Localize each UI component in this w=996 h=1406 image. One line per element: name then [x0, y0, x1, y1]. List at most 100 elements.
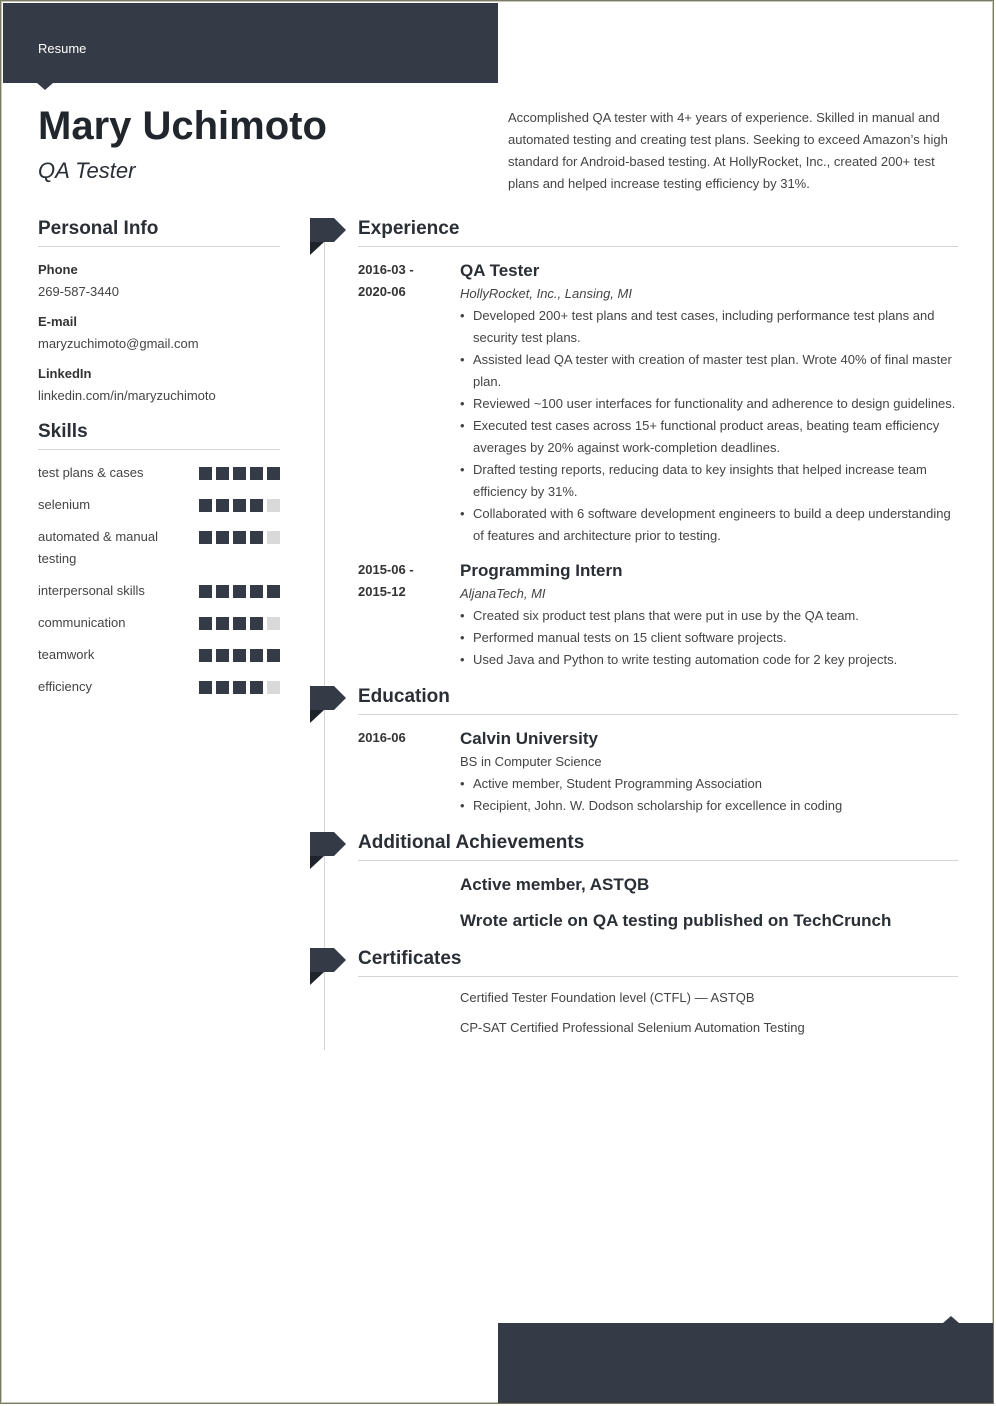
- rating-empty-icon: [267, 499, 280, 512]
- rating-filled-icon: [233, 499, 246, 512]
- rating-filled-icon: [199, 617, 212, 630]
- education-date: 2016-06: [358, 730, 406, 745]
- info-value: linkedin.com/in/maryzuchimoto: [38, 388, 216, 403]
- skill-name: communication: [38, 615, 126, 630]
- rating-filled-icon: [216, 585, 229, 598]
- job-title: Programming Intern: [460, 561, 623, 580]
- certificate-item: CP-SAT Certified Professional Selenium A…: [460, 1020, 805, 1035]
- job-date-end: 2015-12: [358, 584, 406, 599]
- rating-filled-icon: [233, 531, 246, 544]
- achievements-heading: Additional Achievements: [358, 832, 958, 861]
- section-flag-icon: [310, 832, 346, 870]
- rating-filled-icon: [233, 649, 246, 662]
- section-flag-icon: [310, 686, 346, 724]
- job-date-start: 2016-03 -: [358, 262, 414, 277]
- rating-filled-icon: [199, 585, 212, 598]
- skill-name: interpersonal skills: [38, 583, 145, 598]
- candidate-name: Mary Uchimoto: [38, 104, 327, 148]
- bottom-banner: [498, 1316, 993, 1403]
- skill-rating: [199, 676, 280, 694]
- candidate-role: QA Tester: [38, 158, 136, 183]
- skills-heading: Skills: [38, 421, 280, 450]
- skills-list: test plans & cases selenium automated & ma…: [38, 462, 280, 698]
- achievement-item: Active member, ASTQB: [460, 875, 650, 894]
- skill-row: test plans & cases: [38, 462, 280, 484]
- personal-info-linkedin: LinkedIn linkedin.com/in/maryzuchimoto: [38, 363, 280, 407]
- job-company: AljanaTech, MI: [460, 586, 546, 601]
- rating-filled-icon: [233, 467, 246, 480]
- job-entry: 2016-03 - 2020-06 QA Tester HollyRocket,…: [358, 259, 958, 547]
- summary: Accomplished QA tester with 4+ years of …: [508, 110, 948, 191]
- banner-notch: [37, 83, 53, 90]
- rating-filled-icon: [250, 499, 263, 512]
- rating-filled-icon: [250, 585, 263, 598]
- rating-filled-icon: [216, 649, 229, 662]
- skill-rating: [199, 494, 280, 512]
- bullet: Used Java and Python to write testing au…: [460, 649, 958, 671]
- left-column: Personal Info Phone 269-587-3440 E-mail …: [38, 218, 280, 708]
- rating-filled-icon: [216, 531, 229, 544]
- education-entry: 2016-06 Calvin University BS in Computer…: [358, 727, 958, 817]
- bullet: Assisted lead QA tester with creation of…: [460, 349, 958, 393]
- school-name: Calvin University: [460, 729, 598, 748]
- skill-row: selenium: [38, 494, 280, 516]
- bullet: Drafted testing reports, reducing data t…: [460, 459, 958, 503]
- skill-name: teamwork: [38, 647, 95, 662]
- certificates-section: Certificates Certified Tester Foundation…: [358, 948, 958, 1039]
- rating-filled-icon: [250, 467, 263, 480]
- personal-info-heading: Personal Info: [38, 218, 280, 247]
- skill-row: efficiency: [38, 676, 280, 698]
- bullet: Active member, Student Programming Assoc…: [460, 773, 958, 795]
- info-value: maryzuchimoto@gmail.com: [38, 336, 199, 351]
- bullet: Reviewed ~100 user interfaces for functi…: [460, 393, 958, 415]
- degree: BS in Computer Science: [460, 754, 602, 769]
- skill-name: test plans & cases: [38, 465, 144, 480]
- job-company: HollyRocket, Inc., Lansing, MI: [460, 286, 632, 301]
- job-title: QA Tester: [460, 261, 540, 280]
- rating-filled-icon: [250, 649, 263, 662]
- education-bullets: Active member, Student Programming Assoc…: [460, 773, 958, 817]
- rating-filled-icon: [267, 467, 280, 480]
- rating-filled-icon: [199, 649, 212, 662]
- certificates-heading: Certificates: [358, 948, 958, 977]
- achievements-section: Additional Achievements Active member, A…: [358, 832, 958, 933]
- experience-section: Experience 2016-03 - 2020-06 QA Tester H…: [358, 218, 958, 671]
- section-flag-icon: [310, 948, 346, 986]
- skill-rating: [199, 526, 280, 544]
- bullet: Developed 200+ test plans and test cases…: [460, 305, 958, 349]
- info-label: E-mail: [38, 314, 78, 329]
- rating-filled-icon: [216, 617, 229, 630]
- skill-name: selenium: [38, 497, 91, 512]
- section-flag-icon: [310, 218, 346, 256]
- job-bullets: Created six product test plans that were…: [460, 605, 958, 671]
- info-label: Phone: [38, 262, 78, 277]
- rating-empty-icon: [267, 681, 280, 694]
- rating-filled-icon: [199, 499, 212, 512]
- rating-filled-icon: [216, 467, 229, 480]
- skill-rating: [199, 462, 280, 480]
- skill-row: interpersonal skills: [38, 580, 280, 602]
- info-label: LinkedIn: [38, 366, 92, 381]
- rating-filled-icon: [250, 531, 263, 544]
- experience-heading: Experience: [358, 218, 958, 247]
- bullet: Performed manual tests on 15 client soft…: [460, 627, 958, 649]
- job-date-end: 2020-06: [358, 284, 406, 299]
- job-entry: 2015-06 - 2015-12 Programming Intern Alj…: [358, 559, 958, 671]
- education-heading: Education: [358, 686, 958, 715]
- rating-filled-icon: [250, 617, 263, 630]
- certificate-item: Certified Tester Foundation level (CTFL)…: [460, 990, 755, 1005]
- rating-filled-icon: [216, 499, 229, 512]
- bullet: Recipient, John. W. Dodson scholarship f…: [460, 795, 958, 817]
- job-date: 2016-03 - 2020-06: [358, 259, 460, 547]
- rating-filled-icon: [233, 585, 246, 598]
- skill-rating: [199, 612, 280, 630]
- job-date-start: 2015-06 -: [358, 562, 414, 577]
- bullet: Created six product test plans that were…: [460, 605, 958, 627]
- personal-info-email: E-mail maryzuchimoto@gmail.com: [38, 311, 280, 355]
- rating-filled-icon: [267, 585, 280, 598]
- top-banner: Resume: [3, 3, 498, 90]
- rating-filled-icon: [250, 681, 263, 694]
- rating-filled-icon: [199, 531, 212, 544]
- rating-filled-icon: [267, 649, 280, 662]
- bullet: Executed test cases across 15+ functiona…: [460, 415, 958, 459]
